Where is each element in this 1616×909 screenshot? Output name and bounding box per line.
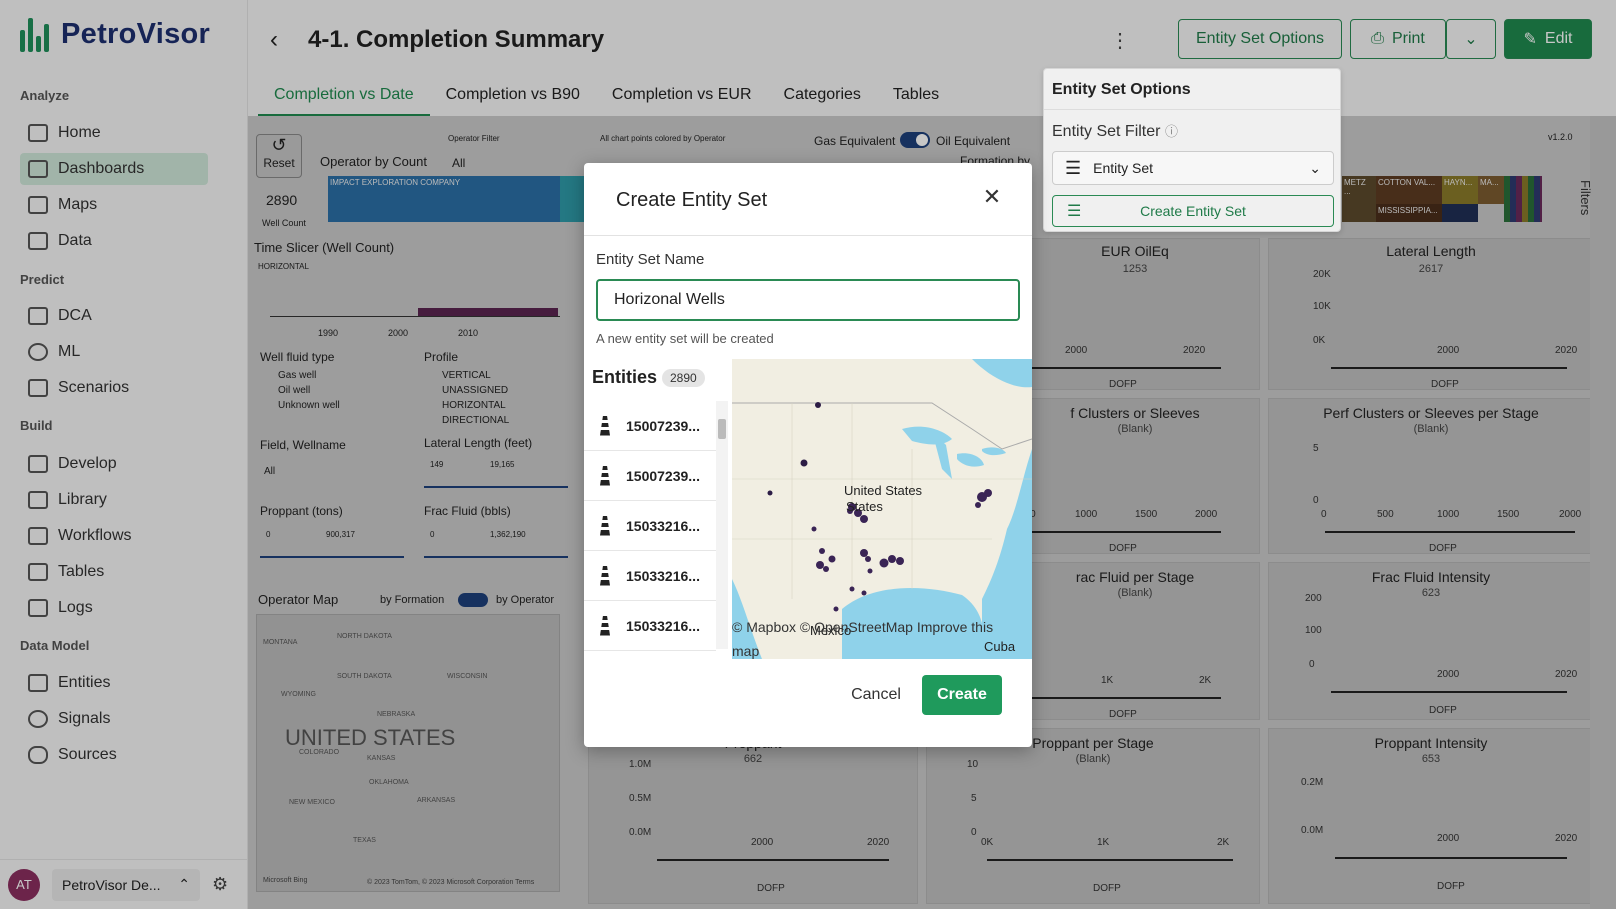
entity-name: 15007239... xyxy=(626,417,700,434)
list-item[interactable]: 15033216... xyxy=(584,501,716,551)
entity-set-hint: A new entity set will be created xyxy=(596,331,774,346)
well-icon xyxy=(596,616,614,636)
chevron-down-icon: ⌄ xyxy=(1309,159,1321,176)
filter-label-text: Entity Set Filter xyxy=(1052,123,1161,140)
map-attribution[interactable]: © Mapbox © OpenStreetMap Improve this ma… xyxy=(732,615,1002,659)
entity-name: 15007239... xyxy=(626,467,700,484)
dialog-title: Create Entity Set xyxy=(616,189,768,211)
create-entity-set-label: Create Entity Set xyxy=(1140,203,1246,219)
list-item[interactable]: 15007239... xyxy=(584,401,716,451)
well-icon xyxy=(596,416,614,436)
divider xyxy=(584,235,1032,236)
well-icon xyxy=(596,466,614,486)
entities-map[interactable]: United States States Mexico Cuba © Mapbo… xyxy=(732,359,1032,659)
list-item[interactable]: 15007239... xyxy=(584,451,716,501)
map-country-label: States xyxy=(846,499,883,514)
entity-list-scrollbar[interactable] xyxy=(716,401,728,649)
layers-icon: ☰ xyxy=(1065,157,1082,178)
popover-title: Entity Set Options xyxy=(1052,81,1191,98)
entity-list[interactable]: 15007239... 15007239... 15033216... 1503… xyxy=(584,401,716,691)
info-icon[interactable]: ⓘ xyxy=(1165,124,1178,139)
entity-set-options-popover: Entity Set Options Entity Set Filter ⓘ ☰… xyxy=(1043,68,1341,232)
entities-count-badge: 2890 xyxy=(662,369,705,387)
entity-set-select[interactable]: ☰ Entity Set ⌄ xyxy=(1052,151,1334,185)
create-entity-set-button[interactable]: ☰ Create Entity Set xyxy=(1052,195,1334,227)
create-entity-set-dialog: Create Entity Set ✕ Entity Set Name A ne… xyxy=(584,163,1032,747)
entity-name: 15033216... xyxy=(626,617,700,634)
entity-set-select-value: Entity Set xyxy=(1093,160,1154,176)
entity-name: 15033216... xyxy=(626,567,700,584)
layers-icon: ☰ xyxy=(1067,203,1082,220)
entity-set-filter-label: Entity Set Filter ⓘ xyxy=(1052,121,1178,141)
well-icon xyxy=(596,516,614,536)
divider xyxy=(1044,109,1340,110)
list-item[interactable]: 15033216... xyxy=(584,601,716,651)
entity-name: 15033216... xyxy=(626,517,700,534)
entity-set-name-label: Entity Set Name xyxy=(596,251,705,268)
close-icon[interactable]: ✕ xyxy=(976,181,1008,213)
map-country-label: United States xyxy=(844,483,923,498)
scroll-thumb[interactable] xyxy=(718,419,726,439)
list-item[interactable]: 15033216... xyxy=(584,551,716,601)
create-button[interactable]: Create xyxy=(922,675,1002,715)
entities-label: Entities xyxy=(592,367,658,387)
entity-set-name-input[interactable] xyxy=(596,279,1020,321)
well-icon xyxy=(596,566,614,586)
cancel-button[interactable]: Cancel xyxy=(834,675,918,715)
